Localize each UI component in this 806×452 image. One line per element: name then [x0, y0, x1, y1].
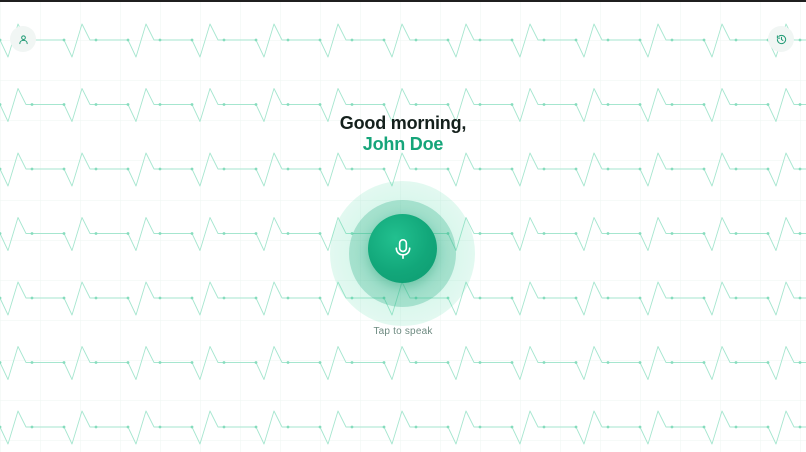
user-name: John Doe [362, 134, 444, 154]
history-button[interactable] [768, 26, 794, 52]
history-icon [776, 34, 786, 44]
voice-assistant-screen: Good morning, John Doe Tap to speak [0, 0, 806, 452]
top-edge-bar [0, 0, 806, 2]
mic-button[interactable] [368, 214, 437, 283]
mic-area [330, 181, 475, 326]
microphone-icon [395, 238, 410, 259]
greeting-text: Good morning, [339, 113, 467, 133]
tap-to-speak-hint: Tap to speak [373, 326, 433, 337]
profile-button[interactable] [10, 26, 36, 52]
greeting-block: Good morning, John Doe [0, 112, 806, 154]
user-icon [18, 34, 28, 44]
